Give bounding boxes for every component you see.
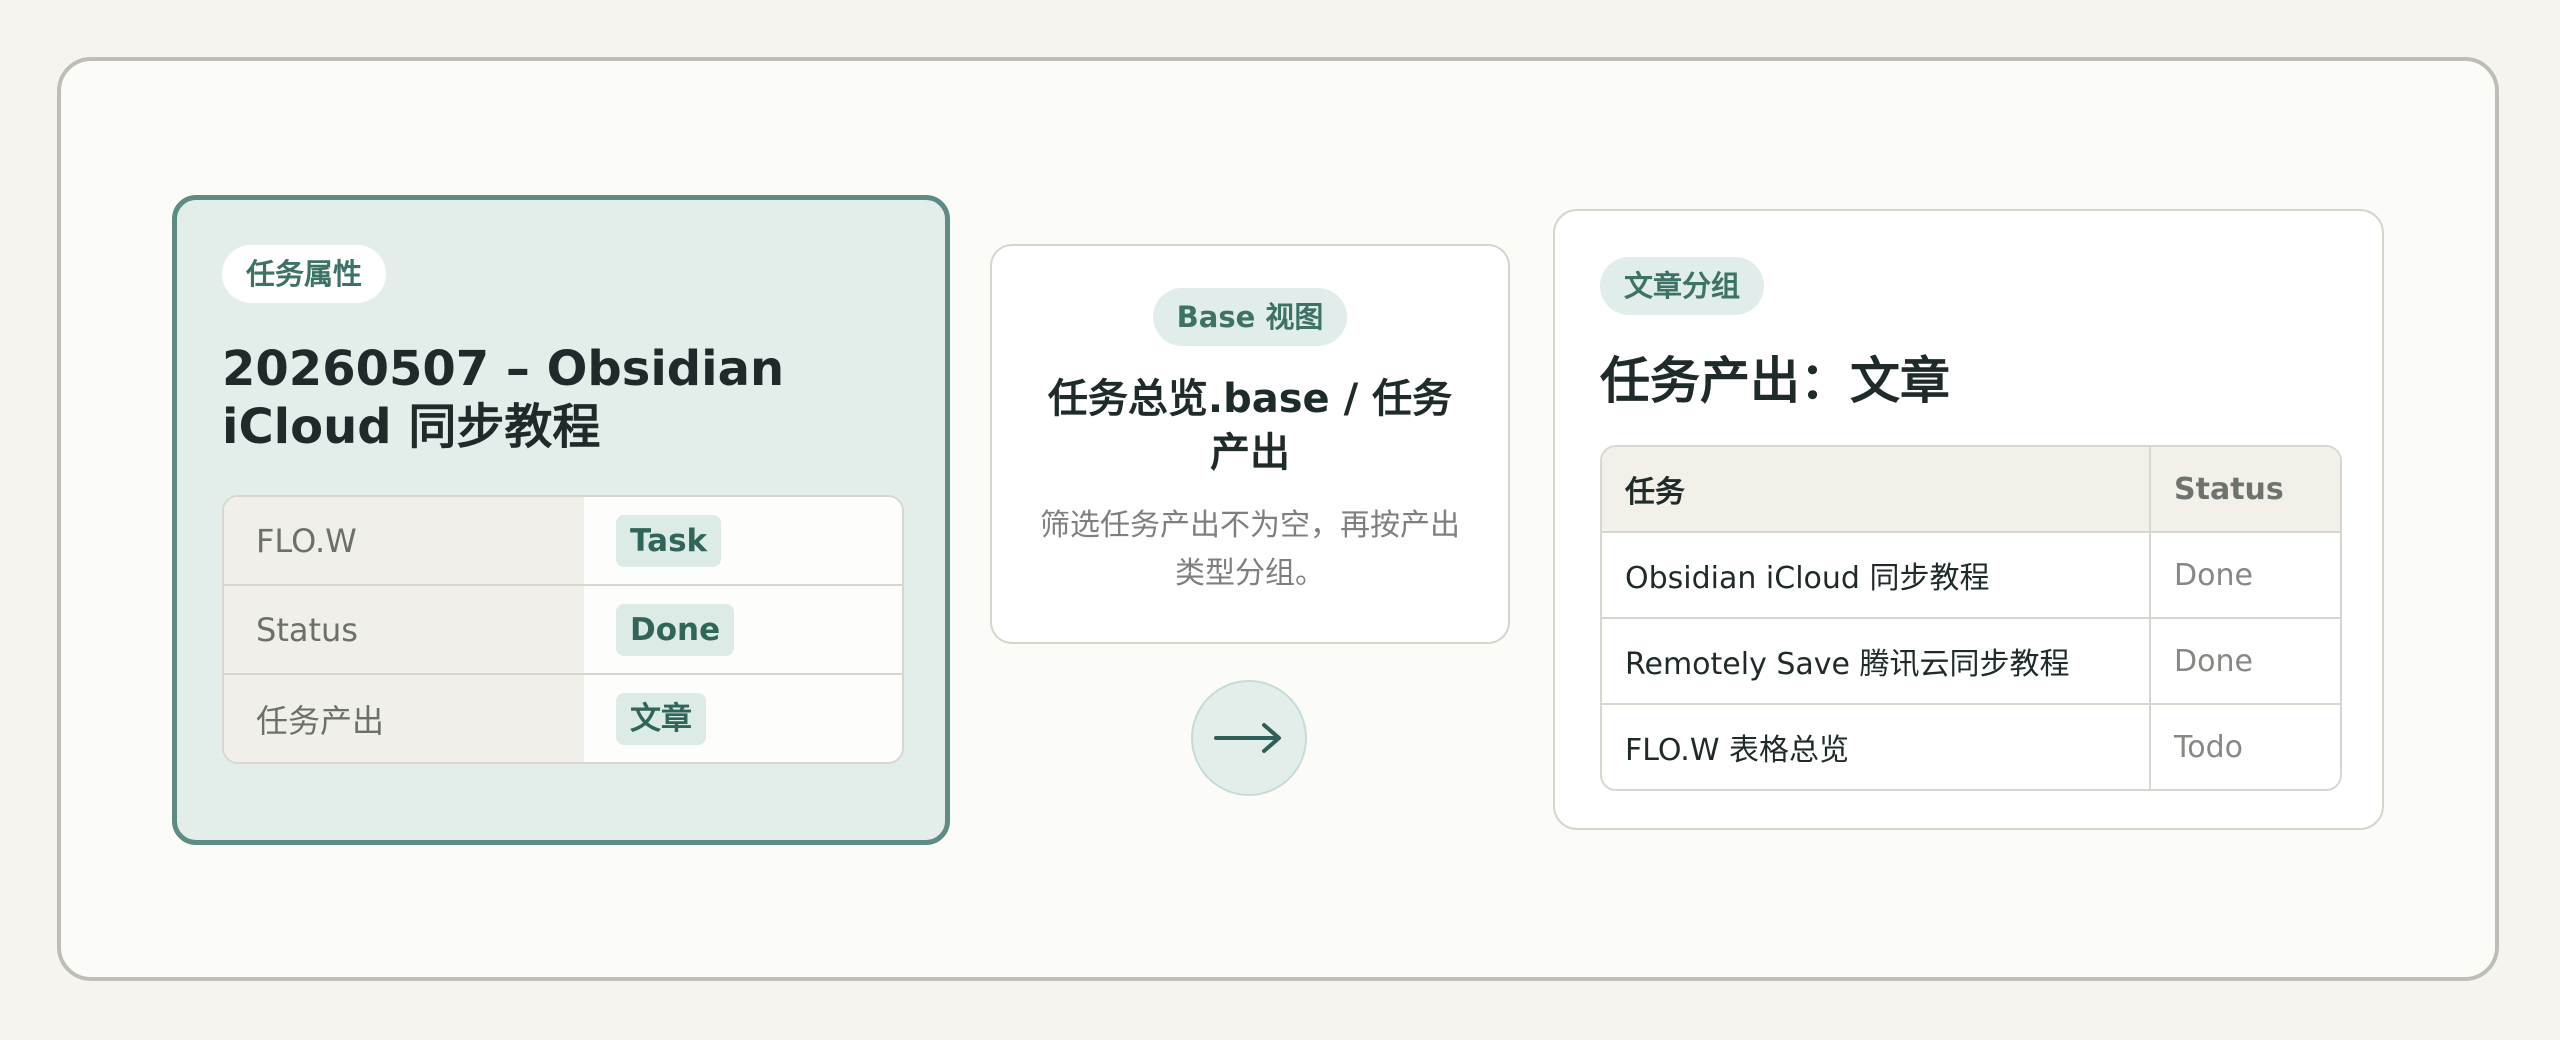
table-row[interactable]: Remotely Save 腾讯云同步教程 Done bbox=[1602, 617, 2340, 703]
column-header-status[interactable]: Status bbox=[2151, 447, 2340, 531]
column-header-task[interactable]: 任务 bbox=[1602, 447, 2151, 531]
table-row[interactable]: FLO.W 表格总览 Todo bbox=[1602, 703, 2340, 789]
article-group-badge: 文章分组 bbox=[1600, 257, 1765, 315]
task-cell: Obsidian iCloud 同步教程 bbox=[1602, 533, 2151, 617]
task-note-title: 20260507 – Obsidian iCloud 同步教程 bbox=[222, 341, 785, 455]
property-key: 任务产出 bbox=[224, 675, 584, 762]
property-row: Status Done bbox=[224, 584, 902, 673]
status-cell: Done bbox=[2174, 557, 2253, 593]
property-row: 任务产出 文章 bbox=[224, 673, 902, 762]
arrow-right-icon bbox=[1214, 723, 1281, 753]
task-properties-card: 任务属性 20260507 – Obsidian iCloud 同步教程 FLO… bbox=[172, 195, 950, 845]
base-view-badge: Base 视图 bbox=[1152, 288, 1348, 346]
status-cell: Todo bbox=[2174, 729, 2243, 765]
property-row: FLO.W Task bbox=[224, 497, 902, 584]
task-table: 任务 Status Obsidian iCloud 同步教程 Done Remo… bbox=[1600, 445, 2342, 791]
task-properties-badge: 任务属性 bbox=[222, 245, 387, 303]
group-title: 任务产出：文章 bbox=[1600, 352, 1950, 410]
properties-table: FLO.W Task Status Done 任务产出 文章 bbox=[222, 495, 904, 764]
property-value: 文章 bbox=[584, 675, 902, 762]
table-row[interactable]: Obsidian iCloud 同步教程 Done bbox=[1602, 531, 2340, 617]
flow-arrow bbox=[1191, 680, 1307, 796]
base-view-card: Base 视图 任务总览.base / 任务产出 筛选任务产出不为空，再按产出类… bbox=[990, 244, 1510, 644]
property-tag: Task bbox=[616, 514, 722, 567]
property-value: Done bbox=[584, 586, 902, 673]
base-view-description: 筛选任务产出不为空，再按产出类型分组。 bbox=[1040, 508, 1460, 591]
table-header-row: 任务 Status bbox=[1602, 447, 2340, 531]
property-key: Status bbox=[224, 586, 584, 673]
property-value: Task bbox=[584, 497, 902, 584]
task-cell: Remotely Save 腾讯云同步教程 bbox=[1602, 619, 2151, 703]
task-cell: FLO.W 表格总览 bbox=[1602, 705, 2151, 789]
status-cell: Done bbox=[2174, 643, 2253, 679]
article-group-card: 文章分组 任务产出：文章 任务 Status Obsidian iCloud 同… bbox=[1553, 209, 2384, 830]
property-key: FLO.W bbox=[224, 497, 584, 584]
property-tag: 文章 bbox=[616, 692, 706, 745]
property-tag: Done bbox=[616, 603, 735, 656]
base-view-title: 任务总览.base / 任务产出 bbox=[1047, 376, 1453, 476]
